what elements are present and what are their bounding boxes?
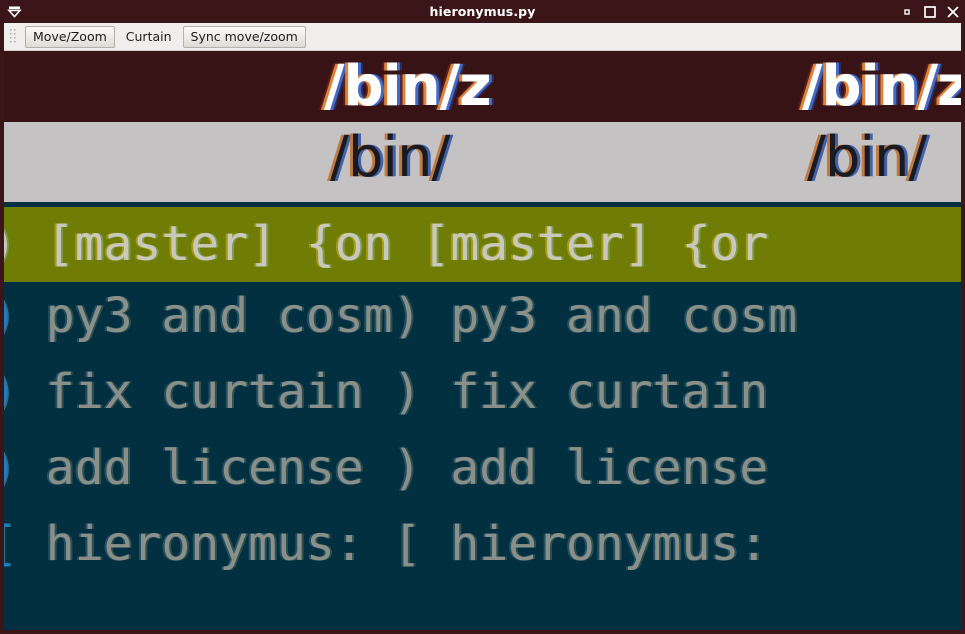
bracket-token: ): [4, 288, 17, 344]
sync-move-zoom-button[interactable]: Sync move/zoom: [182, 25, 306, 48]
magnified-terminal-line: ) py3 and cosm) py3 and cosm: [4, 292, 797, 340]
magnified-terminal-line: ) fix curtain ) fix curtain: [4, 368, 768, 416]
magnified-text-path-light-left: /bin/: [330, 125, 450, 190]
magnified-terminal-row: ) fix curtain ) fix curtain: [4, 358, 961, 434]
minimize-icon[interactable]: [900, 5, 914, 19]
maximize-icon[interactable]: [923, 5, 937, 19]
title-bar[interactable]: hieronymus.py: [0, 0, 965, 23]
line-text: py3 and cosm) py3 and cosm: [16, 288, 798, 344]
line-text: hieronymus: [ hieronymus:: [16, 516, 769, 572]
drag-handle-icon[interactable]: [7, 26, 20, 48]
magnified-band-branch: ) [master] {on [master] {or: [4, 207, 961, 282]
window-controls: [900, 0, 960, 23]
close-icon[interactable]: [946, 5, 960, 19]
magnified-terminal-row: ) add license ) add license: [4, 434, 961, 510]
bracket-token: ): [4, 364, 17, 420]
magnified-text-path-dark-left: /bin/z: [324, 54, 492, 119]
application-window: hieronymus.py Move/Zoom Curtain Sync mov…: [0, 0, 965, 634]
magnified-text-path-dark-right: /bin/z: [802, 54, 961, 119]
line-text: add license ) add license: [16, 440, 769, 496]
bracket-token: [: [4, 516, 17, 572]
magnified-text-path-light-right: /bin/: [807, 125, 927, 190]
magnified-text-branch: ) [master] {on [master] {or: [4, 216, 769, 272]
magnified-band-path-dark: /bin/z /bin/z: [4, 51, 961, 122]
curtain-button[interactable]: Curtain: [119, 26, 179, 48]
line-text: fix curtain ) fix curtain: [16, 364, 769, 420]
magnified-terminal-line: ) add license ) add license: [4, 444, 768, 492]
bracket-token: ): [4, 440, 17, 496]
move-zoom-button[interactable]: Move/Zoom: [25, 25, 115, 48]
window-title: hieronymus.py: [429, 4, 536, 19]
magnified-band-path-light: /bin/ /bin/: [4, 122, 961, 202]
toolbar: Move/Zoom Curtain Sync move/zoom: [4, 23, 961, 51]
magnified-terminal-line: [ hieronymus: [ hieronymus:: [4, 520, 768, 568]
funnel-icon: [3, 0, 25, 23]
magnified-terminal-row: [ hieronymus: [ hieronymus:: [4, 510, 961, 586]
magnified-terminal-row: ) py3 and cosm) py3 and cosm: [4, 282, 961, 358]
magnifier-canvas[interactable]: /bin/z /bin/z /bin/ /bin/ ) [master] {on…: [4, 51, 961, 630]
